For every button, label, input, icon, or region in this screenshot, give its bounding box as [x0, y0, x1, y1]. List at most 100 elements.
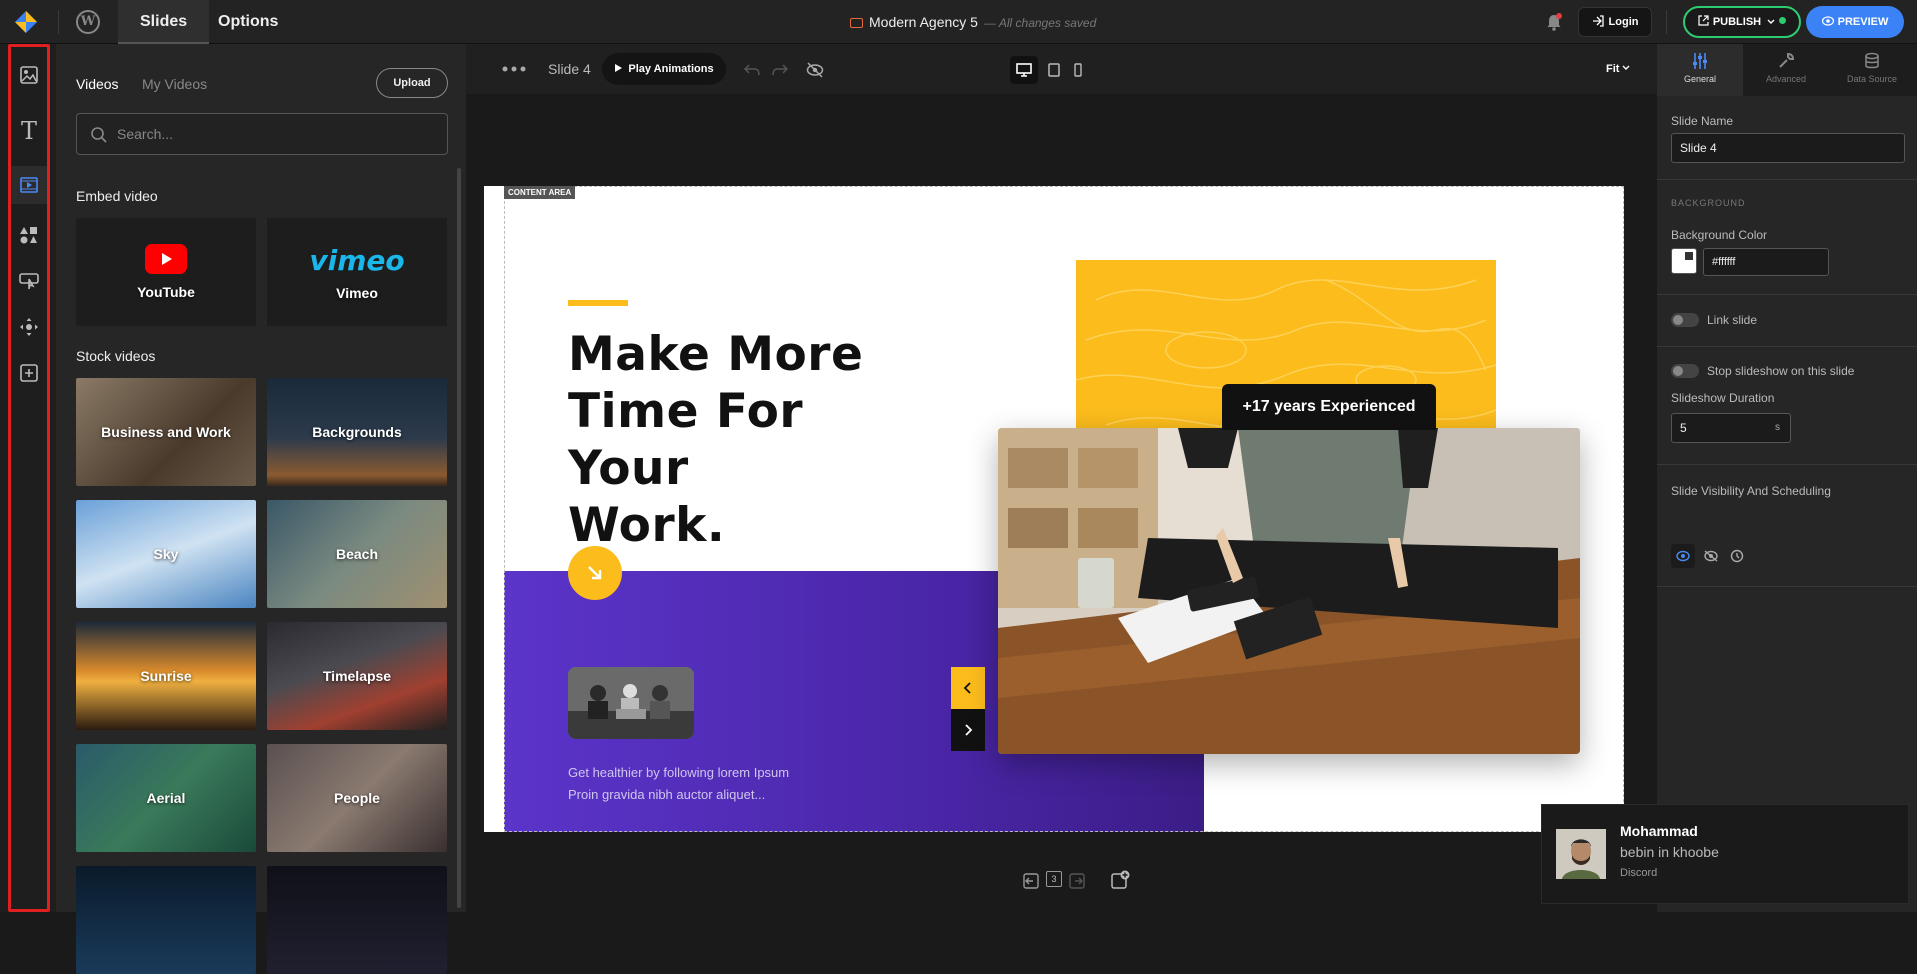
vimeo-tile[interactable]: vimeo Vimeo	[267, 218, 447, 326]
arrow-button[interactable]	[568, 546, 622, 600]
doc-name: Modern Agency 5	[869, 14, 978, 30]
app-logo-icon[interactable]	[14, 10, 38, 34]
wordpress-icon[interactable]: W	[76, 10, 100, 34]
login-button[interactable]: Login	[1578, 7, 1652, 37]
login-icon	[1592, 15, 1604, 27]
tab-videos[interactable]: Videos	[76, 76, 119, 92]
stock-tile-sky[interactable]: Sky	[76, 500, 256, 608]
office-desk-photo	[998, 428, 1580, 754]
slider-prev-button[interactable]	[951, 667, 985, 709]
clock-icon	[1730, 549, 1744, 563]
upload-button[interactable]: Upload	[376, 68, 448, 98]
background-section-title: BACKGROUND	[1671, 198, 1746, 208]
tab-data-source[interactable]: Data Source	[1829, 44, 1915, 96]
stock-tile-people[interactable]: People	[267, 744, 447, 852]
link-slide-label: Link slide	[1707, 313, 1758, 327]
headline-line: Work.	[568, 498, 726, 553]
color-picker-icon	[1685, 252, 1693, 260]
wrench-icon	[1779, 52, 1795, 68]
save-status: — All changes saved	[983, 16, 1097, 30]
video-library-panel: Videos My Videos Upload Embed video YouT…	[56, 44, 466, 974]
accent-line[interactable]	[568, 300, 628, 306]
slide-headline[interactable]: Make More Time For Your Work.	[568, 326, 928, 554]
play-label: Play Animations	[628, 63, 714, 75]
toast-sender: Mohammad	[1620, 823, 1698, 839]
search-input[interactable]	[117, 124, 437, 144]
divider	[1657, 586, 1917, 587]
link-slide-toggle[interactable]	[1671, 313, 1699, 327]
mobile-view-button[interactable]	[1064, 56, 1092, 84]
divider	[1657, 179, 1917, 180]
monitor-icon	[850, 18, 863, 28]
stock-tile-partial[interactable]	[76, 866, 256, 974]
stock-tile-partial[interactable]	[267, 866, 447, 974]
toast-source: Discord	[1620, 867, 1658, 879]
element-icon-bar: T	[0, 44, 56, 912]
settings-panel: General Advanced Data Source Slide Name …	[1657, 44, 1917, 912]
stop-slideshow-toggle[interactable]	[1671, 364, 1699, 378]
office-photo[interactable]	[998, 428, 1580, 754]
tab-general[interactable]: General	[1657, 44, 1743, 96]
tab-my-videos[interactable]: My Videos	[142, 76, 207, 92]
notification-bell-icon[interactable]	[1544, 12, 1564, 32]
tab-options[interactable]: Options	[196, 0, 300, 44]
vimeo-label: Vimeo	[336, 284, 378, 301]
divider	[1657, 346, 1917, 347]
slide-prev-icon[interactable]	[1022, 872, 1040, 890]
redo-icon[interactable]	[772, 63, 788, 77]
stock-tile-aerial[interactable]: Aerial	[76, 744, 256, 852]
eye-off-icon[interactable]	[806, 62, 824, 78]
chevron-right-icon	[965, 724, 973, 736]
stop-slideshow-label: Stop slideshow on this slide	[1707, 364, 1855, 378]
stock-tile-beach[interactable]: Beach	[267, 500, 447, 608]
stock-tile-backgrounds[interactable]: Backgrounds	[267, 378, 447, 486]
slide-next-icon[interactable]	[1068, 872, 1086, 890]
stock-tile-timelapse[interactable]: Timelapse	[267, 622, 447, 730]
more-options-icon[interactable]	[502, 66, 526, 72]
desktop-view-button[interactable]	[1010, 56, 1038, 84]
stock-tile-business[interactable]: Business and Work	[76, 378, 256, 486]
schedule-button[interactable]	[1725, 544, 1749, 568]
notification-toast[interactable]: Mohammad bebin in khoobe Discord	[1541, 804, 1909, 904]
slide-name-input[interactable]: Slide 4	[1671, 133, 1905, 163]
stock-tile-sunrise[interactable]: Sunrise	[76, 622, 256, 730]
slide-body-text[interactable]: Get healthier by following lorem Ipsum P…	[568, 762, 828, 806]
add-slide-icon[interactable]	[1110, 870, 1130, 890]
tab-advanced-label: Advanced	[1765, 74, 1807, 84]
preview-button[interactable]: PREVIEW	[1806, 6, 1904, 38]
slideshow-duration-label: Slideshow Duration	[1671, 391, 1775, 405]
tab-advanced[interactable]: Advanced	[1743, 44, 1829, 96]
publish-button[interactable]: PUBLISH	[1683, 6, 1801, 38]
vimeo-logo: vimeo	[309, 243, 405, 277]
highlight-box	[8, 44, 50, 912]
undo-icon[interactable]	[744, 63, 760, 77]
team-thumbnail-image[interactable]	[568, 667, 694, 739]
search-box	[76, 113, 448, 155]
youtube-icon	[145, 244, 187, 274]
youtube-tile[interactable]: YouTube	[76, 218, 256, 326]
play-animations-button[interactable]: Play Animations	[602, 53, 726, 85]
document-title[interactable]: Modern Agency 5 — All changes saved	[850, 0, 1096, 44]
arrow-down-right-icon	[588, 566, 602, 580]
headline-line: Time For Your	[568, 384, 804, 496]
slide-label[interactable]: Slide 4	[548, 61, 591, 77]
slide-preview[interactable]: CONTENT AREA Make More Time For Your Wor…	[484, 186, 1624, 832]
slide-tools-bar: 3	[1022, 866, 1142, 896]
divider	[1657, 294, 1917, 295]
external-link-icon	[1698, 15, 1709, 26]
panel-scrollbar[interactable]	[457, 168, 461, 908]
tab-data-source-label: Data Source	[1846, 74, 1898, 84]
hidden-button[interactable]	[1699, 544, 1723, 568]
eye-off-icon	[1704, 550, 1718, 562]
team-photo	[568, 667, 694, 739]
experience-badge[interactable]: +17 years Experienced	[1222, 384, 1436, 430]
slideshow-duration-input[interactable]: 5s	[1671, 413, 1791, 443]
background-color-swatch[interactable]	[1671, 248, 1697, 274]
background-color-input[interactable]: #ffffff	[1703, 248, 1829, 276]
tablet-icon	[1048, 63, 1060, 77]
slider-next-button[interactable]	[951, 709, 985, 751]
stock-videos-title: Stock videos	[76, 348, 156, 364]
zoom-fit-dropdown[interactable]: Fit	[1606, 63, 1630, 75]
desktop-icon	[1016, 63, 1032, 77]
visible-button[interactable]	[1671, 544, 1695, 568]
